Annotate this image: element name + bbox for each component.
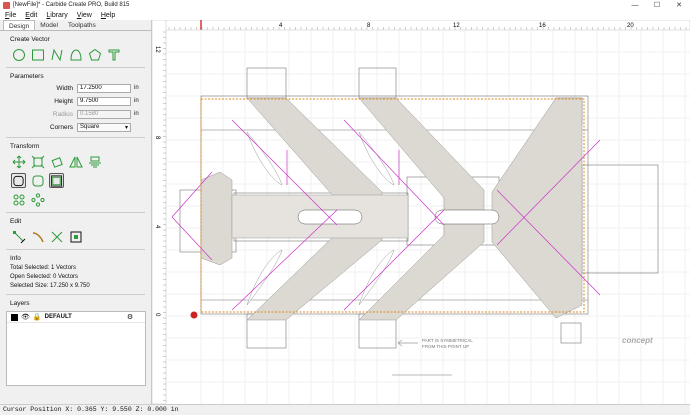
divider (6, 137, 145, 138)
open-selected: Open Selected: 0 Vectors (10, 274, 79, 280)
transform-tools-row-1 (11, 154, 151, 169)
transform-tools-row-3 (11, 192, 151, 207)
close-button[interactable]: ✕ (668, 0, 690, 10)
align-icon[interactable] (87, 154, 102, 169)
canvas-svg[interactable]: 4 8 12 16 20 12 8 4 0 PART IS SYMMETRICA… (151, 19, 690, 405)
menu-view[interactable]: View (77, 12, 92, 19)
create-vector-title: Create Vector (10, 36, 50, 43)
title-bar: [NewFile]* - Carbide Create PRO, Build 8… (0, 0, 690, 10)
ruler-tick-label: 20 (627, 23, 634, 29)
layer-color-swatch[interactable] (11, 313, 18, 321)
radius-unit: in (134, 111, 139, 117)
maximize-button[interactable]: ☐ (646, 0, 668, 10)
edit-title: Edit (10, 218, 22, 225)
panel-tabs: Design Model Toolpaths (0, 20, 151, 31)
corners-select[interactable]: Square ▾ (77, 122, 131, 132)
cursor-position: Cursor Position X: 0.365 Y: 9.550 Z: 0.0… (3, 406, 179, 413)
layer-row[interactable]: 👁 🔒 DEFAULT ⚙ (7, 312, 145, 323)
corners-value: Square (80, 124, 100, 130)
note-line-2: FROM THIS POINT UP (422, 344, 469, 349)
corners-label: Corners (49, 123, 73, 131)
polygon-icon[interactable] (87, 47, 102, 62)
app-icon (3, 1, 10, 9)
top-ruler (151, 19, 690, 31)
tab-design[interactable]: Design (3, 20, 36, 30)
corners-row: Corners Square ▾ (0, 122, 151, 132)
divider (6, 249, 145, 250)
tab-toolpaths[interactable]: Toolpaths (63, 20, 101, 30)
menu-help[interactable]: Help (101, 12, 115, 19)
menu-library[interactable]: Library (46, 12, 67, 19)
edit-tools (11, 229, 151, 244)
radius-label: Radius (52, 110, 73, 118)
radius-row: Radius in (0, 109, 151, 119)
height-input[interactable] (77, 96, 131, 106)
array-grid-icon[interactable] (11, 192, 26, 207)
selected-size: Selected Size: 17.250 x 9.750 (10, 283, 90, 289)
ruler-tick-label: 12 (453, 23, 460, 29)
design-canvas[interactable]: 4 8 12 16 20 12 8 4 0 PART IS SYMMETRICA… (151, 19, 690, 405)
transform-tools-row-2 (11, 173, 151, 188)
lock-icon[interactable]: 🔒 (33, 313, 42, 321)
width-unit: in (134, 85, 139, 91)
knife-icon[interactable] (30, 229, 45, 244)
divider (6, 67, 145, 68)
curve-icon[interactable] (68, 47, 83, 62)
width-input[interactable] (77, 83, 131, 93)
height-unit: in (134, 98, 139, 104)
note-line-1: PART IS SYMMETRICAL (422, 338, 473, 343)
mirror-icon[interactable] (68, 154, 83, 169)
width-row: Width in (0, 83, 151, 93)
layer-name: DEFAULT (44, 314, 72, 320)
parameters-title: Parameters (10, 73, 44, 80)
layers-list: 👁 🔒 DEFAULT ⚙ (6, 311, 146, 386)
part-shape (200, 97, 583, 321)
radius-input[interactable] (77, 109, 131, 119)
scale-icon[interactable] (30, 154, 45, 169)
height-row: Height in (0, 96, 151, 106)
ruler-tick-label: 16 (539, 23, 546, 29)
concept-logo: concept (622, 336, 653, 345)
join-icon[interactable] (68, 229, 83, 244)
left-ruler (151, 19, 167, 405)
gear-icon[interactable]: ⚙ (127, 313, 133, 321)
menu-file[interactable]: File (5, 12, 16, 19)
window-title: [NewFile]* - Carbide Create PRO, Build 8… (13, 2, 130, 8)
rotate-icon[interactable] (49, 154, 64, 169)
window-controls: — ☐ ✕ (624, 0, 690, 10)
menu-edit[interactable]: Edit (25, 12, 37, 19)
menu-bar: File Edit Library View Help (0, 10, 690, 20)
divider (6, 212, 145, 213)
ruler-tick-label: 12 (154, 46, 160, 53)
note-arrow-icon (397, 339, 418, 347)
divider (6, 294, 145, 295)
rectangle-icon[interactable] (30, 47, 45, 62)
origin-icon (190, 311, 198, 319)
boundary-icon[interactable] (49, 173, 64, 188)
width-label: Width (56, 84, 73, 92)
circle-icon[interactable] (11, 47, 26, 62)
trim-icon[interactable] (49, 229, 64, 244)
move-icon[interactable] (11, 154, 26, 169)
height-label: Height (54, 97, 73, 105)
info-title: Info (10, 255, 21, 262)
chevron-down-icon: ▾ (124, 124, 128, 131)
layers-title: Layers (10, 300, 30, 307)
fillet-icon[interactable] (30, 173, 45, 188)
array-circular-icon[interactable] (30, 192, 45, 207)
left-panel: Design Model Toolpaths Create Vector Par… (0, 20, 152, 404)
eye-icon[interactable]: 👁 (21, 313, 30, 321)
tab-model[interactable]: Model (35, 20, 63, 30)
minimize-button[interactable]: — (624, 0, 646, 10)
offset-icon[interactable] (11, 173, 26, 188)
create-vector-tools (11, 47, 151, 62)
node-edit-icon[interactable] (11, 229, 26, 244)
polyline-icon[interactable] (49, 47, 64, 62)
text-icon[interactable] (106, 47, 121, 62)
total-selected: Total Selected: 1 Vectors (10, 265, 77, 271)
status-bar: Cursor Position X: 0.365 Y: 9.550 Z: 0.0… (0, 404, 690, 414)
transform-title: Transform (10, 143, 40, 150)
